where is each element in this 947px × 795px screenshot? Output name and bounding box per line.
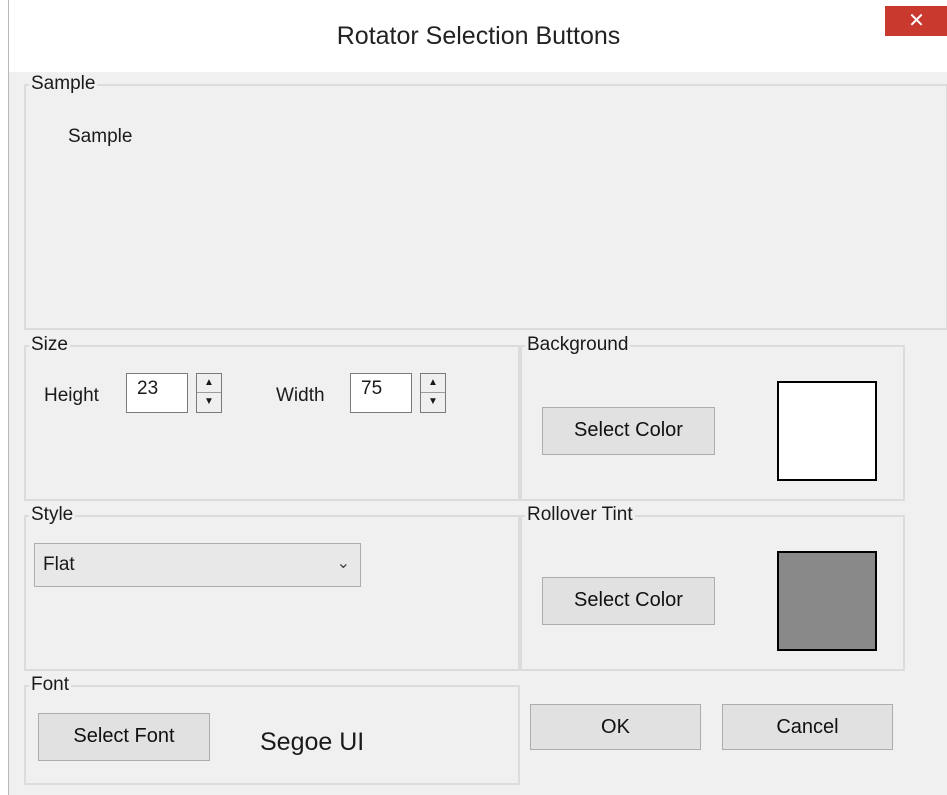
close-icon: ✕ (908, 10, 925, 32)
font-legend: Font (29, 674, 72, 696)
width-input[interactable]: 75 (350, 373, 412, 413)
height-input[interactable]: 23 (126, 373, 188, 413)
font-group: Font Select Font Segoe UI (24, 674, 520, 785)
height-label: Height (44, 385, 99, 406)
width-spin-down-icon[interactable]: ▼ (421, 393, 445, 412)
style-dropdown[interactable]: Flat ⌄ (34, 543, 361, 587)
cancel-button[interactable]: Cancel (722, 704, 893, 750)
dialog-content: Sample Sample Size Height 23 ▲ ▼ Width 7… (9, 72, 947, 795)
rollover-select-color-button[interactable]: Select Color (542, 577, 715, 625)
title-bar[interactable]: Rotator Selection Buttons ✕ (9, 0, 947, 72)
sample-preview-text: Sample (68, 126, 133, 147)
current-font-name: Segoe UI (260, 728, 365, 756)
background-group: Background Select Color (520, 334, 905, 501)
dialog-window: Rotator Selection Buttons ✕ Sample Sampl… (8, 0, 947, 795)
rollover-tint-group: Rollover Tint Select Color (520, 504, 905, 671)
size-legend: Size (29, 334, 70, 356)
background-select-color-button[interactable]: Select Color (542, 407, 715, 455)
style-group: Style Flat ⌄ (24, 504, 520, 671)
rollover-color-swatch (777, 551, 877, 651)
style-selected-value: Flat (43, 554, 75, 575)
ok-button[interactable]: OK (530, 704, 701, 750)
dialog-title: Rotator Selection Buttons (336, 22, 621, 50)
height-spin-up-icon[interactable]: ▲ (197, 374, 221, 393)
style-legend: Style (29, 504, 76, 526)
chevron-down-icon: ⌄ (336, 555, 350, 572)
width-label: Width (276, 385, 325, 406)
width-spin-up-icon[interactable]: ▲ (421, 374, 445, 393)
size-group: Size Height 23 ▲ ▼ Width 75 ▲ ▼ (24, 334, 520, 501)
height-spin-down-icon[interactable]: ▼ (197, 393, 221, 412)
close-button[interactable]: ✕ (885, 6, 947, 36)
background-color-swatch (777, 381, 877, 481)
sample-group: Sample Sample (24, 73, 947, 330)
select-font-button[interactable]: Select Font (38, 713, 210, 761)
background-legend: Background (525, 334, 631, 356)
width-spinner[interactable]: ▲ ▼ (420, 373, 446, 413)
height-spinner[interactable]: ▲ ▼ (196, 373, 222, 413)
sample-legend: Sample (29, 73, 98, 95)
rollover-tint-legend: Rollover Tint (525, 504, 635, 526)
